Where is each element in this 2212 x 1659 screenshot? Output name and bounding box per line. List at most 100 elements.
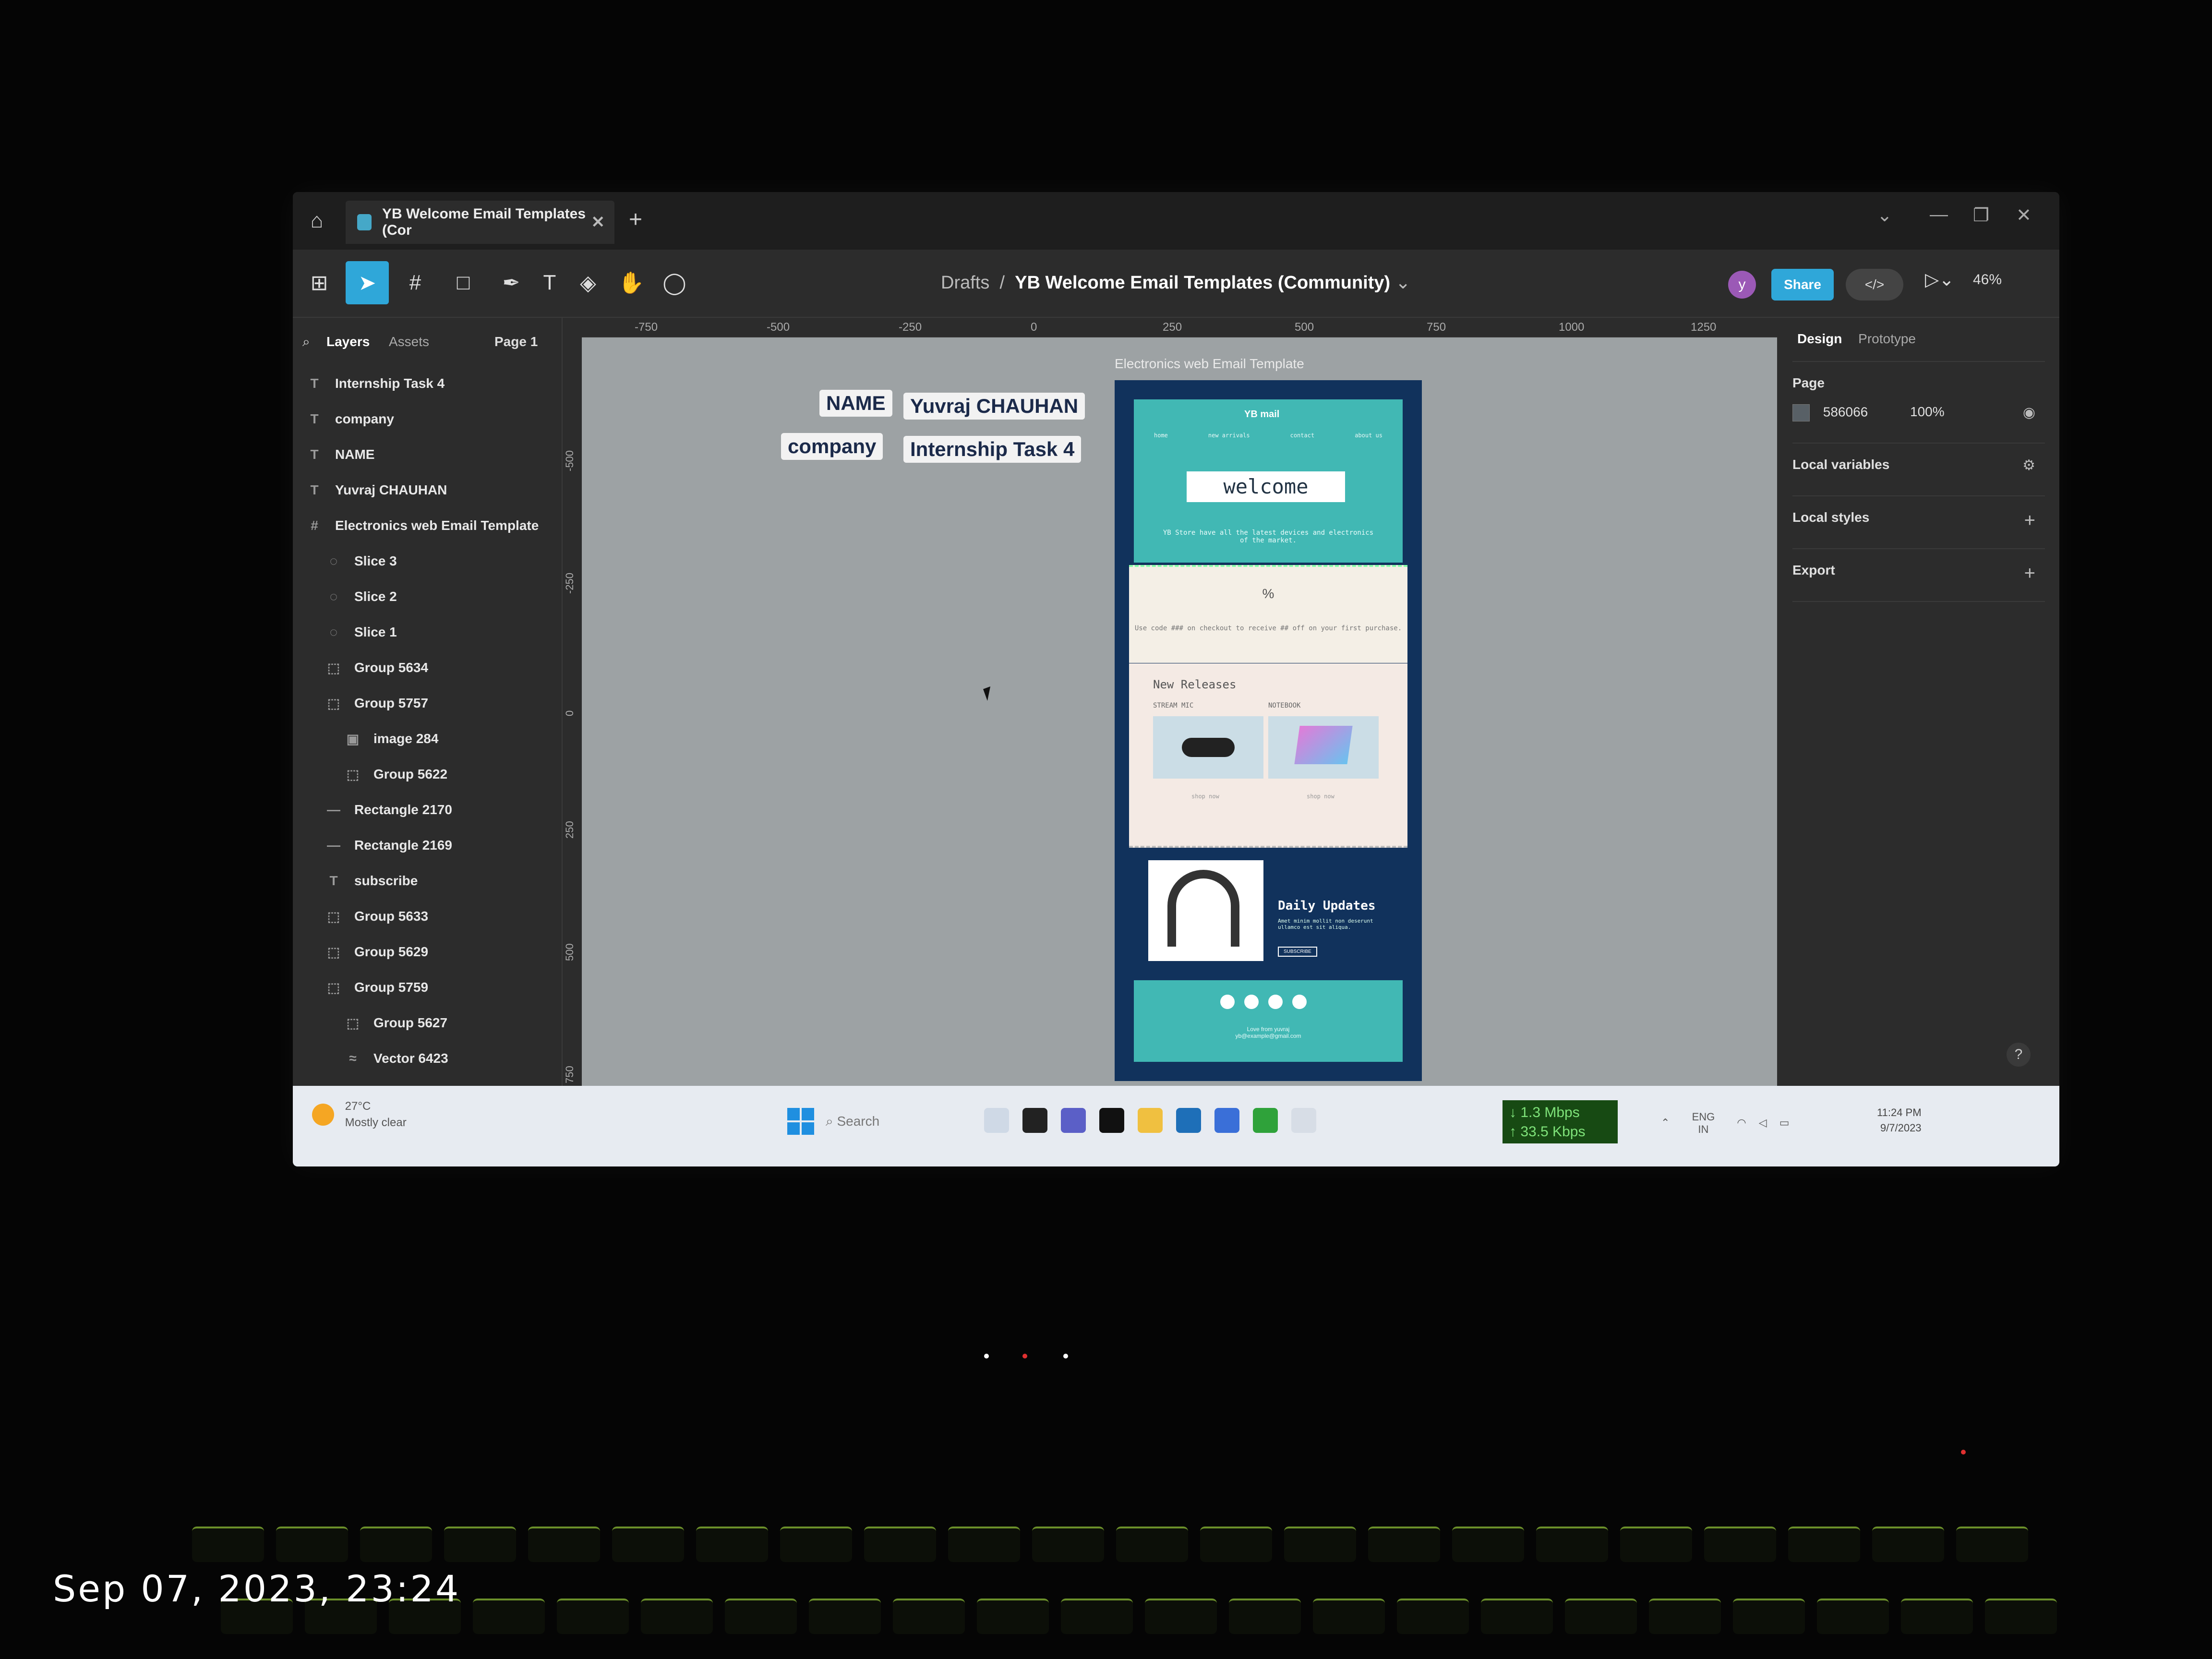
layer-item[interactable]: ⬚ Group 5629 <box>293 934 562 970</box>
layer-item[interactable]: ◌ Slice 3 <box>293 543 562 579</box>
breadcrumb-drafts[interactable]: Drafts <box>941 273 989 293</box>
tab-design[interactable]: Design <box>1797 331 1842 346</box>
layer-item[interactable]: — Rectangle 2170 <box>293 792 562 828</box>
minimize-button[interactable]: — <box>1930 204 1948 225</box>
keyboard-key <box>1397 1599 1469 1634</box>
keyboard-key <box>473 1599 545 1634</box>
search-icon[interactable]: ⌕ <box>302 334 310 350</box>
layer-item[interactable]: ⬚ Group 5622 <box>293 757 562 792</box>
layer-item[interactable]: ⬚ Group 5627 <box>293 1005 562 1041</box>
snipping-tool-icon[interactable] <box>1291 1108 1316 1133</box>
visibility-eye-icon[interactable]: ◉ <box>2023 404 2035 421</box>
components-icon[interactable]: ◈ <box>566 261 610 304</box>
file-tab-title: YB Welcome Email Templates (Cor <box>382 206 586 238</box>
file-menu-chevron-icon[interactable]: ⌄ <box>1395 273 1411 293</box>
keyboard-key <box>725 1599 797 1634</box>
zoom-level[interactable]: 46% <box>1973 272 2002 288</box>
page-opacity-value[interactable]: 100% <box>1910 404 1945 419</box>
chevron-down-icon[interactable]: ⌄ <box>1877 204 1892 226</box>
figma-icon[interactable] <box>1099 1108 1124 1133</box>
email-template-frame[interactable]: YB mail home new arrivals contact about … <box>1115 380 1422 1081</box>
ruler-tick-label: -500 <box>564 450 576 471</box>
layer-item[interactable]: Tcompany <box>293 401 562 437</box>
widgets-icon[interactable] <box>984 1108 1009 1133</box>
page-color-row[interactable]: 586066 100% ◉ <box>1792 404 2045 421</box>
page-selector[interactable]: Page 1 <box>494 334 538 349</box>
add-export-plus-icon[interactable]: + <box>2024 563 2035 584</box>
present-play-icon[interactable]: ▷⌄ <box>1925 269 1954 290</box>
tab-assets[interactable]: Assets <box>389 334 429 349</box>
home-icon[interactable]: ⌂ <box>302 206 331 235</box>
layer-item[interactable]: T Yuvraj CHAUHAN <box>293 472 562 508</box>
share-button[interactable]: Share <box>1771 269 1834 301</box>
export-row[interactable]: Export + <box>1792 563 2045 584</box>
layer-item[interactable]: ⬚ Group 5633 <box>293 899 562 934</box>
file-explorer-icon[interactable] <box>1138 1108 1163 1133</box>
close-tab-icon[interactable]: ✕ <box>591 213 605 232</box>
page-color-swatch[interactable] <box>1792 404 1810 421</box>
layer-item[interactable]: ◌ Slice 1 <box>293 614 562 650</box>
clock[interactable]: 11:24 PM 9/7/2023 <box>1877 1105 1922 1136</box>
layer-item[interactable]: # Electronics web Email Template <box>293 508 562 543</box>
layer-type-icon: ⬚ <box>346 1015 360 1031</box>
layer-item[interactable]: ⬚ Group 5634 <box>293 650 562 685</box>
pen-tool-icon[interactable]: ✒ <box>490 261 533 304</box>
layer-item[interactable]: T Internship Task 4 <box>293 366 562 401</box>
file-tab[interactable]: YB Welcome Email Templates (Cor ✕ <box>346 201 614 244</box>
main-menu-icon[interactable]: ⊞ <box>298 261 341 304</box>
company-label-text[interactable]: company <box>781 433 883 460</box>
layer-item[interactable]: ≈ Vector 6423 <box>293 1041 562 1076</box>
restore-button[interactable]: ❐ <box>1973 204 1989 226</box>
variables-settings-icon[interactable]: ⚙ <box>2022 457 2035 474</box>
close-window-button[interactable]: ✕ <box>2016 204 2032 226</box>
volume-icon[interactable]: ◁ <box>1759 1117 1767 1129</box>
taskbar-search-placeholder: Search <box>837 1114 880 1129</box>
battery-icon[interactable]: ▭ <box>1779 1117 1790 1129</box>
frame-label[interactable]: Electronics web Email Template <box>1115 356 1304 372</box>
start-button-windows-icon[interactable] <box>787 1108 814 1135</box>
indicator-light <box>984 1354 989 1358</box>
taskbar-search[interactable]: ⌕ Search <box>826 1108 950 1135</box>
weather-widget[interactable]: 27°C Mostly clear <box>312 1098 407 1131</box>
app-icon[interactable] <box>1022 1108 1047 1133</box>
teams-chat-icon[interactable] <box>1061 1108 1086 1133</box>
move-tool-icon[interactable]: ➤ <box>346 261 389 304</box>
xbox-icon[interactable] <box>1253 1108 1278 1133</box>
page-color-value[interactable]: 586066 <box>1823 404 1868 419</box>
file-title[interactable]: YB Welcome Email Templates (Community) <box>1015 273 1390 293</box>
layer-item[interactable]: T NAME <box>293 437 562 472</box>
new-tab-button[interactable]: + <box>629 206 642 233</box>
layer-item[interactable]: ⬚ Group 5757 <box>293 685 562 721</box>
design-canvas[interactable]: -750 -500 -250 0 250 500 750 1000 1250 -500 -250 0… <box>563 318 1777 1086</box>
avatar[interactable]: y <box>1728 271 1756 299</box>
microsoft-store-icon[interactable] <box>1176 1108 1201 1133</box>
local-variables-row[interactable]: Local variables ⚙ <box>1792 457 2045 474</box>
layer-item[interactable]: ⬚ Group 5759 <box>293 970 562 1005</box>
local-styles-row[interactable]: Local styles + <box>1792 510 2045 531</box>
tab-prototype[interactable]: Prototype <box>1858 331 1916 346</box>
daily-updates-section: Daily Updates Amet minim mollit non dese… <box>1148 860 1398 966</box>
name-value-text[interactable]: Yuvraj CHAUHAN <box>903 393 1085 420</box>
frame-tool-icon[interactable]: # <box>394 261 437 304</box>
comment-tool-icon[interactable]: ◯ <box>653 261 696 304</box>
tab-layers[interactable]: Layers <box>326 334 370 349</box>
layer-type-icon: ◌ <box>329 589 338 604</box>
name-label-text[interactable]: NAME <box>819 390 892 417</box>
company-value-text[interactable]: Internship Task 4 <box>903 436 1082 463</box>
chevron-up-icon[interactable]: ⌃ <box>1661 1117 1670 1129</box>
system-tray[interactable]: ⌃ ENG IN ◠ ◁ ▭ <box>1661 1111 1790 1136</box>
layer-type-icon: ≈ <box>349 1051 357 1066</box>
add-style-plus-icon[interactable]: + <box>2024 510 2035 531</box>
hand-tool-icon[interactable]: ✋ <box>610 261 653 304</box>
layer-item[interactable]: ▣ image 284 <box>293 721 562 757</box>
text-tool-icon[interactable]: T <box>528 261 571 304</box>
layer-item[interactable]: — Rectangle 2169 <box>293 828 562 863</box>
wifi-icon[interactable]: ◠ <box>1737 1117 1746 1129</box>
dev-mode-toggle[interactable]: </> <box>1846 269 1903 301</box>
shape-tool-icon[interactable]: □ <box>442 261 485 304</box>
ruler-tick-label: -250 <box>564 572 576 594</box>
help-button[interactable]: ? <box>2007 1043 2031 1067</box>
layer-item[interactable]: Tsubscribe <box>293 863 562 899</box>
layer-item[interactable]: ◌ Slice 2 <box>293 579 562 614</box>
vscode-like-app-icon[interactable] <box>1214 1108 1239 1133</box>
